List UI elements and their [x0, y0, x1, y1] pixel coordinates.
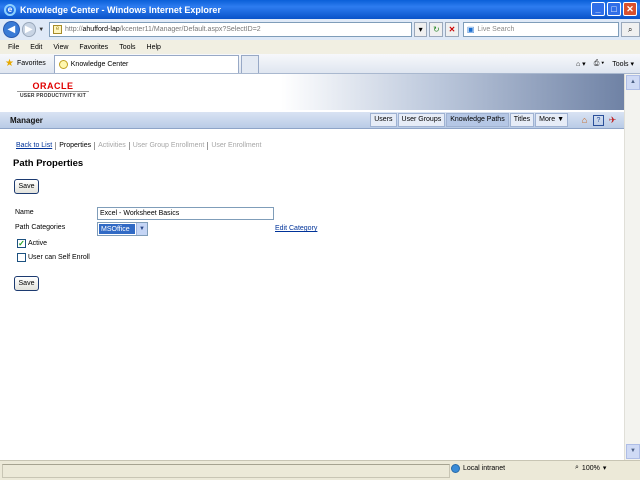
status-bar: Local intranet ⌕ 100% ▾ [0, 460, 640, 480]
search-placeholder: Live Search [477, 26, 515, 33]
tab-user-enrollment: User Enrollment [207, 142, 264, 150]
zoom-control[interactable]: ⌕ 100% ▾ [575, 464, 606, 472]
brand-name: ORACLE [32, 81, 74, 91]
active-checkbox[interactable]: ✓ [17, 239, 26, 248]
tab-user-group-enrollment: User Group Enrollment [128, 142, 208, 150]
menu-favorites[interactable]: Favorites [79, 44, 108, 51]
save-button-top[interactable]: Save [14, 179, 39, 194]
active-label: Active [28, 240, 48, 247]
favorites-label: Favorites [16, 60, 46, 67]
help-icon[interactable]: ? [593, 114, 604, 126]
nav-knowledge-paths[interactable]: Knowledge Paths [446, 113, 509, 127]
chevron-down-icon[interactable]: ▼ [136, 223, 147, 235]
category-selected-value: MSOffice [99, 224, 135, 234]
edit-category-link[interactable]: Edit Category [275, 225, 317, 232]
security-zone: Local intranet [451, 464, 505, 473]
back-to-list-link[interactable]: Back to List [16, 142, 55, 150]
back-button[interactable]: ◀ [3, 21, 20, 38]
self-enroll-label: User can Self Enroll [28, 254, 90, 261]
tab-knowledge-center[interactable]: Knowledge Center [53, 54, 239, 73]
favorites-button[interactable]: ★ Favorites [0, 55, 52, 73]
live-search-icon: ▣ [466, 25, 475, 34]
menu-tools[interactable]: Tools [119, 44, 135, 51]
address-dropdown-icon[interactable]: ▾ [413, 22, 428, 37]
menu-edit[interactable]: Edit [30, 44, 42, 51]
window-title-bar: e Knowledge Center - Windows Internet Ex… [0, 0, 640, 19]
tab-title: Knowledge Center [70, 60, 129, 68]
path-categories-label: Path Categories [15, 224, 66, 231]
app-nav-bar: Manager Users User Groups Knowledge Path… [0, 112, 624, 129]
search-icon[interactable]: ⌕ [620, 22, 640, 37]
refresh-button[interactable]: ↻ [429, 22, 444, 37]
path-category-select[interactable]: MSOffice ▼ [97, 222, 148, 236]
address-input[interactable]: e http://ahufford-lap/kcenter11/Manager/… [49, 22, 412, 37]
forward-button[interactable]: ▶ [21, 22, 37, 37]
maximize-button[interactable]: □ [607, 2, 621, 16]
menu-file[interactable]: File [8, 44, 19, 51]
tools-menu[interactable]: Tools ▾ [612, 60, 634, 68]
nav-titles[interactable]: Titles [509, 113, 535, 127]
zoom-dropdown-icon[interactable]: ▾ [603, 464, 607, 472]
zoom-icon: ⌕ [575, 464, 579, 471]
ie-logo-icon: e [4, 3, 16, 16]
star-icon: ★ [5, 58, 14, 69]
print-icon[interactable]: ⎙ ▾ [594, 60, 605, 68]
menu-bar: File Edit View Favorites Tools Help [0, 40, 640, 54]
page-content: ORACLE USER PRODUCTIVITY KIT Manager Use… [0, 74, 624, 460]
address-toolbar: ◀ ▶ ▼ e http://ahufford-lap/kcenter11/Ma… [0, 19, 640, 40]
page-title: Path Properties [13, 158, 84, 169]
zone-label: Local intranet [463, 465, 506, 472]
minimize-button[interactable]: _ [591, 2, 605, 16]
save-button-bottom[interactable]: Save [14, 276, 39, 291]
url-prefix: http:// [65, 26, 83, 33]
nav-user-groups[interactable]: User Groups [397, 113, 446, 127]
history-dropdown-icon[interactable]: ▼ [38, 27, 46, 33]
scroll-down-icon[interactable]: ▼ [626, 444, 640, 459]
brand-subtitle: USER PRODUCTIVITY KIT [17, 91, 89, 99]
page-icon: e [53, 25, 62, 34]
zoom-level: 100% [581, 464, 600, 472]
tab-page-icon [58, 59, 68, 69]
url-path: /kcenter11/Manager/Default.aspx?SelectID… [119, 26, 261, 33]
logout-icon[interactable]: ✈ [607, 115, 618, 126]
home-icon[interactable]: ⌂ ▾ [576, 60, 586, 68]
globe-icon [451, 464, 460, 473]
nav-users[interactable]: Users [370, 113, 397, 127]
breadcrumb: Back to List Properties Activities User … [16, 142, 265, 150]
menu-help[interactable]: Help [147, 44, 161, 51]
menu-view[interactable]: View [53, 44, 68, 51]
vertical-scrollbar[interactable]: ▲ ▼ [624, 74, 640, 460]
tab-properties: Properties [55, 142, 94, 150]
oracle-logo: ORACLE USER PRODUCTIVITY KIT [17, 81, 89, 99]
name-input[interactable]: Excel - Worksheet Basics [97, 207, 274, 220]
new-tab-button[interactable] [240, 54, 259, 73]
tools-label: Tools [612, 60, 629, 68]
home-icon[interactable]: ⌂ [579, 115, 590, 126]
window-title: Knowledge Center - Windows Internet Expl… [20, 4, 221, 15]
favorites-bar: ★ Favorites Knowledge Center ⌂ ▾ ⎙ ▾ Too… [0, 54, 640, 74]
stop-button[interactable]: ✕ [445, 22, 459, 37]
section-title: Manager [10, 115, 43, 125]
header-banner: ORACLE USER PRODUCTIVITY KIT [0, 74, 624, 110]
tab-activities: Activities [94, 142, 129, 150]
status-text-cell [2, 463, 450, 478]
scroll-up-icon[interactable]: ▲ [626, 75, 640, 90]
url-host: ahufford-lap [82, 26, 120, 33]
search-input[interactable]: ▣ Live Search [462, 22, 619, 37]
name-label: Name [15, 209, 34, 216]
nav-more[interactable]: More ▼ [535, 113, 568, 127]
close-window-button[interactable]: ✕ [623, 2, 637, 16]
self-enroll-checkbox[interactable] [17, 253, 26, 262]
